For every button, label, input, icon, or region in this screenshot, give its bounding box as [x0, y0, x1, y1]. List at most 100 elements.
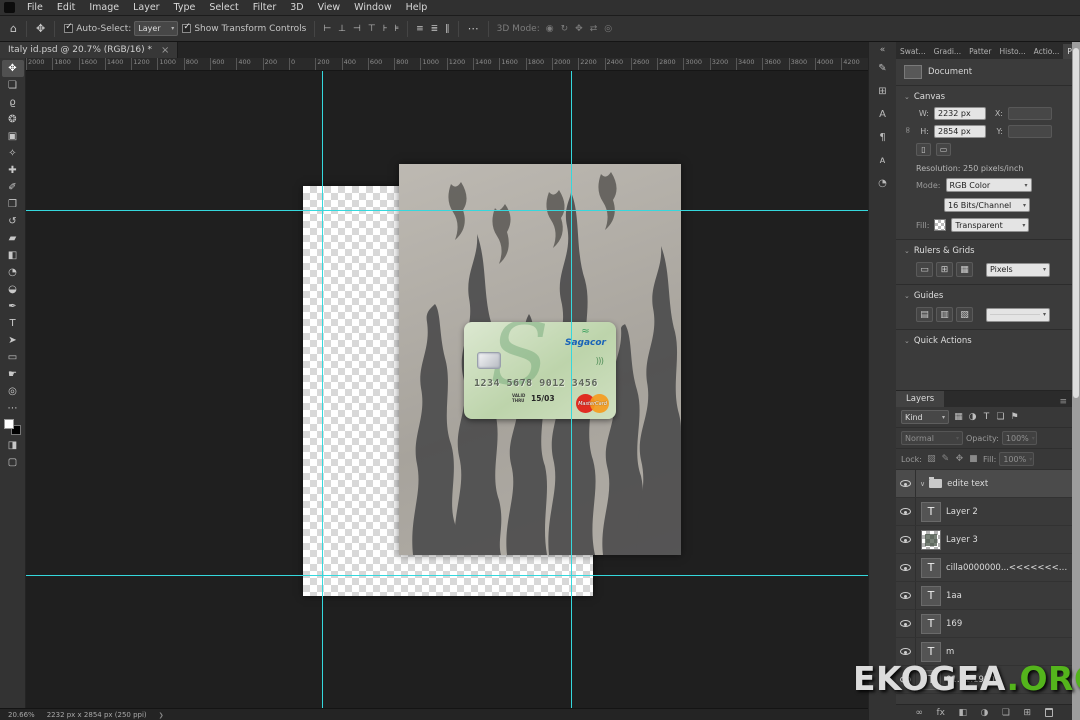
- edit-toolbar-icon[interactable]: ⋯: [2, 400, 24, 417]
- lock-icon[interactable]: ■: [967, 454, 980, 464]
- libraries-panel-icon[interactable]: ◔: [871, 172, 895, 195]
- align-icon[interactable]: ⊦: [380, 17, 391, 41]
- guide-style-dropdown[interactable]: [986, 307, 1050, 322]
- units-dropdown[interactable]: Pixels: [986, 262, 1050, 277]
- visibility-toggle[interactable]: [896, 610, 916, 637]
- visibility-toggle[interactable]: [896, 470, 916, 497]
- rulers-grids-section-header[interactable]: Rulers & Grids: [896, 240, 1072, 259]
- layer-mask-icon[interactable]: ◧: [959, 708, 968, 718]
- dodge-tool[interactable]: ◒: [2, 281, 24, 298]
- guides-section-header[interactable]: Guides: [896, 285, 1072, 304]
- close-tab-icon[interactable]: ×: [161, 45, 169, 56]
- layer-row[interactable]: ∨ edite text: [896, 470, 1072, 498]
- vertical-guide[interactable]: [322, 71, 323, 708]
- opacity-dropdown[interactable]: 100%: [1001, 431, 1037, 445]
- visibility-toggle[interactable]: [896, 526, 916, 553]
- new-layer-icon[interactable]: ⊞: [1023, 708, 1031, 718]
- new-group-icon[interactable]: ❏: [1002, 708, 1010, 718]
- brush-tool[interactable]: ✐: [2, 179, 24, 196]
- height-field[interactable]: 2854 px: [934, 125, 986, 138]
- current-tool-icon[interactable]: ✥: [32, 17, 49, 41]
- layer-name[interactable]: cilla0000000...<<<<<<<<0 d: [946, 563, 1072, 573]
- filter-type-icon[interactable]: ⚑: [1008, 412, 1021, 422]
- more-options-icon[interactable]: ⋯: [464, 17, 483, 41]
- eyedropper-tool[interactable]: ✧: [2, 145, 24, 162]
- clone-stamp-tool[interactable]: ❐: [2, 196, 24, 213]
- panel-tab[interactable]: Patter: [965, 44, 995, 59]
- layer-name[interactable]: 1aa: [946, 591, 962, 601]
- panel-tab[interactable]: Swat...: [896, 44, 930, 59]
- layer-row[interactable]: ∨ 169: [896, 610, 1072, 638]
- color-swatches[interactable]: [4, 419, 21, 435]
- glyphs-panel-icon[interactable]: ᴀ: [871, 149, 895, 172]
- distribute-icon[interactable]: ≡: [413, 17, 427, 41]
- y-field[interactable]: [1008, 125, 1052, 138]
- layer-name[interactable]: 169: [946, 619, 962, 629]
- ruler-grid-icon[interactable]: ▭: [916, 262, 933, 277]
- quick-actions-section-header[interactable]: Quick Actions: [896, 330, 1072, 349]
- guide-option-icon[interactable]: ▤: [916, 307, 933, 322]
- group-expand-icon[interactable]: ∨: [920, 480, 925, 488]
- guide-option-icon[interactable]: ▧: [956, 307, 973, 322]
- mode3d-icon[interactable]: ✥: [572, 17, 586, 41]
- ruler-grid-icon[interactable]: ▦: [956, 262, 973, 277]
- menu-item[interactable]: File: [20, 0, 50, 15]
- width-field[interactable]: 2232 px: [934, 107, 986, 120]
- gradient-tool[interactable]: ◧: [2, 247, 24, 264]
- x-field[interactable]: [1008, 107, 1052, 120]
- zoom-tool[interactable]: ◎: [2, 383, 24, 400]
- menu-item[interactable]: Edit: [50, 0, 82, 15]
- type-tool[interactable]: T: [2, 315, 24, 332]
- bit-depth-dropdown[interactable]: 16 Bits/Channel: [944, 198, 1030, 212]
- layers-tab[interactable]: Layers: [896, 391, 945, 407]
- align-icon[interactable]: ⊢: [320, 17, 334, 41]
- panel-tab[interactable]: Properties: [1063, 44, 1072, 59]
- menu-item[interactable]: Help: [399, 0, 435, 15]
- menu-item[interactable]: 3D: [283, 0, 310, 15]
- document-tab[interactable]: Italy id.psd @ 20.7% (RGB/16) * ×: [0, 42, 179, 58]
- distribute-icon[interactable]: ≣: [428, 17, 442, 41]
- layer-name[interactable]: edite text: [947, 479, 988, 489]
- vertical-guide[interactable]: [571, 71, 572, 708]
- visibility-toggle[interactable]: [896, 498, 916, 525]
- lock-icon[interactable]: ✥: [953, 454, 966, 464]
- panel-tab[interactable]: Actio...: [1030, 44, 1064, 59]
- distribute-icon[interactable]: ‖: [442, 17, 453, 41]
- filter-kind-dropdown[interactable]: Kind: [901, 410, 949, 424]
- layer-name[interactable]: m: [946, 647, 954, 657]
- delete-layer-icon[interactable]: [1044, 708, 1053, 717]
- brush-settings-icon[interactable]: ✎: [871, 57, 895, 80]
- layer-row[interactable]: ∨ Layer 2: [896, 498, 1072, 526]
- menu-item[interactable]: Image: [82, 0, 126, 15]
- layer-name[interactable]: Layer 2: [946, 507, 978, 517]
- guide-option-icon[interactable]: ▥: [936, 307, 953, 322]
- link-dimensions-icon[interactable]: [903, 117, 911, 136]
- align-icon[interactable]: ⊥: [335, 17, 349, 41]
- layer-row[interactable]: ∨ 1aa: [896, 582, 1072, 610]
- menu-item[interactable]: Window: [347, 0, 398, 15]
- healing-brush-tool[interactable]: ✚: [2, 162, 24, 179]
- path-selection-tool[interactable]: ➤: [2, 332, 24, 349]
- panel-menu-icon[interactable]: ≡: [1059, 397, 1067, 407]
- layer-row[interactable]: ∨ Layer 3: [896, 526, 1072, 554]
- eraser-tool[interactable]: ▰: [2, 230, 24, 247]
- canvas-area[interactable]: S ≈ Sagacor ))) 1234 5678 9012 3456 VALI…: [26, 71, 868, 708]
- lock-icon[interactable]: ▨: [925, 454, 938, 464]
- lasso-tool[interactable]: ϱ: [2, 94, 24, 111]
- mode3d-icon[interactable]: ↻: [558, 17, 572, 41]
- home-icon[interactable]: ⌂: [6, 17, 21, 41]
- auto-select-checkbox[interactable]: [64, 22, 74, 33]
- filter-type-icon[interactable]: T: [980, 412, 993, 422]
- quick-selection-tool[interactable]: ❂: [2, 111, 24, 128]
- ruler-grid-icon[interactable]: ⊞: [936, 262, 953, 277]
- menu-item[interactable]: View: [311, 0, 348, 15]
- quick-mask-icon[interactable]: ◨: [2, 437, 24, 454]
- orientation-icon[interactable]: ▯: [916, 143, 931, 156]
- canvas-fill-dropdown[interactable]: Transparent: [951, 218, 1030, 232]
- adjustment-layer-icon[interactable]: ◑: [981, 708, 989, 718]
- zoom-level-field[interactable]: 20.66%: [8, 711, 35, 719]
- menu-item[interactable]: Filter: [246, 0, 284, 15]
- filter-type-icon[interactable]: ◑: [966, 412, 979, 422]
- panel-tab[interactable]: Histo...: [995, 44, 1029, 59]
- character-panel-icon[interactable]: A: [871, 103, 895, 126]
